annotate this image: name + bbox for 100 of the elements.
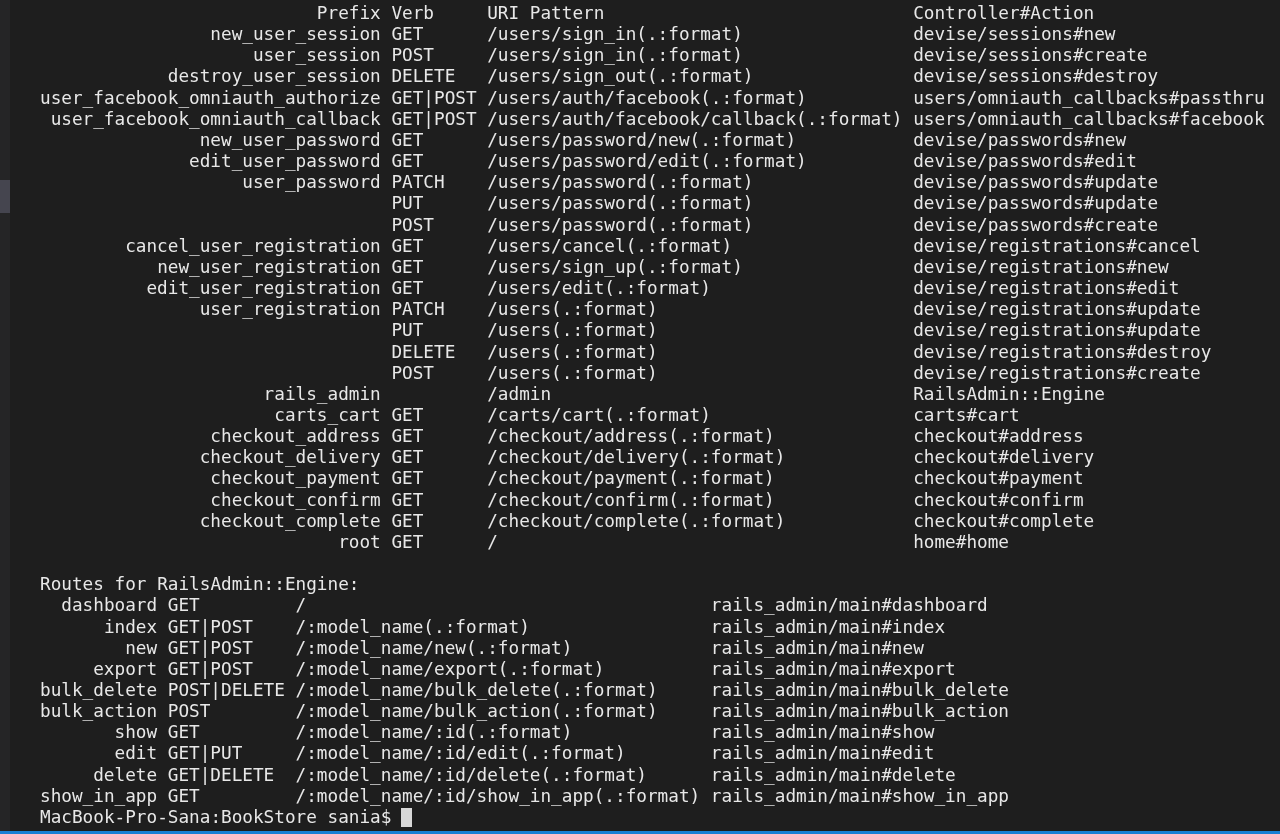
- controller-action: devise/registrations#edit: [913, 278, 1180, 300]
- controller-action: rails_admin/main#show_in_app: [710, 785, 1009, 807]
- http-verb: GET: [391, 256, 424, 279]
- route-name: user_session: [252, 45, 381, 67]
- http-verb: GET: [167, 785, 200, 807]
- controller-action: rails_admin/main#new: [710, 637, 924, 659]
- http-verb: GET: [391, 235, 424, 257]
- uri-pattern: /checkout/confirm(.:format): [487, 489, 775, 511]
- controller-action: devise/passwords#create: [913, 214, 1159, 236]
- route-name: checkout_complete: [199, 510, 381, 532]
- uri-pattern: /checkout/address(.:format): [487, 426, 775, 448]
- uri-pattern: /users/sign_out(.:format): [487, 66, 754, 88]
- uri-pattern: /users(.:format): [487, 299, 658, 321]
- uri-pattern: /:model_name/:id/show_in_app(.:format): [295, 785, 701, 807]
- route-name: checkout_payment: [210, 468, 381, 490]
- route-name: dashboard: [61, 595, 158, 617]
- text-cursor: [401, 808, 413, 827]
- route-name: user_facebook_omniauth_callback: [50, 108, 381, 130]
- route-name: checkout_confirm: [210, 489, 381, 511]
- controller-action: devise/passwords#update: [913, 172, 1159, 194]
- uri-pattern: /users/cancel(.:format): [487, 235, 733, 257]
- controller-action: checkout#delivery: [913, 447, 1095, 469]
- route-name: user_registration: [199, 299, 381, 321]
- http-verb: GET|POST: [167, 637, 253, 659]
- uri-pattern: /users/password(.:format): [487, 214, 754, 236]
- uri-pattern: /checkout/complete(.:format): [487, 510, 786, 532]
- uri-pattern: /:model_name/:id(.:format): [295, 722, 573, 744]
- uri-pattern: /users/password/new(.:format): [487, 129, 797, 152]
- http-verb: GET: [391, 489, 424, 511]
- controller-action: checkout#confirm: [913, 489, 1084, 511]
- route-name: edit_user_password: [189, 151, 381, 173]
- http-verb: GET: [391, 404, 424, 427]
- http-verb: GET|POST: [167, 658, 253, 680]
- route-name: user_facebook_omniauth_authorize: [40, 87, 381, 109]
- http-verb: POST: [391, 214, 434, 236]
- http-verb: PUT: [391, 193, 424, 215]
- uri-pattern: /:model_name(.:format): [295, 616, 530, 638]
- route-name: show: [114, 722, 158, 744]
- uri-pattern: /:model_name/:id/edit(.:format): [295, 743, 626, 765]
- controller-action: checkout#address: [913, 426, 1084, 448]
- controller-action: devise/registrations#create: [913, 362, 1201, 384]
- http-verb: GET|POST: [167, 616, 253, 638]
- controller-action: rails_admin/main#bulk_delete: [710, 680, 1009, 702]
- http-verb: GET: [167, 722, 200, 744]
- controller-action: devise/registrations#cancel: [913, 235, 1201, 257]
- controller-action: rails_admin/main#show: [710, 722, 935, 744]
- route-name: root: [338, 531, 381, 554]
- http-verb: GET: [391, 531, 424, 554]
- controller-action: devise/registrations#update: [913, 299, 1201, 321]
- uri-pattern: /users/password/edit(.:format): [487, 151, 807, 173]
- http-verb: GET|PUT: [167, 743, 243, 765]
- http-verb: GET: [391, 278, 424, 300]
- http-verb: GET: [391, 468, 424, 490]
- route-name: delete: [93, 764, 158, 786]
- uri-pattern: /users(.:format): [487, 362, 658, 384]
- scroll-marker: [0, 180, 10, 213]
- route-name: cancel_user_registration: [125, 235, 381, 257]
- uri-pattern: /: [487, 531, 498, 554]
- uri-pattern: /users/sign_in(.:format): [487, 24, 743, 46]
- controller-action: rails_admin/main#dashboard: [710, 595, 988, 617]
- controller-action: devise/passwords#edit: [913, 151, 1137, 173]
- route-name: destroy_user_session: [167, 66, 381, 88]
- uri-pattern: /users/password(.:format): [487, 193, 754, 215]
- uri-pattern: /users(.:format): [487, 341, 658, 363]
- uri-pattern: /users/edit(.:format): [487, 278, 711, 300]
- uri-pattern: /users/auth/facebook(.:format): [487, 87, 807, 109]
- uri-pattern: /users/password(.:format): [487, 172, 754, 194]
- route-name: new: [125, 637, 158, 659]
- route-name: new_user_registration: [157, 256, 381, 279]
- route-name: user_password: [242, 172, 381, 194]
- http-verb: GET: [391, 129, 424, 152]
- column-header: Prefix: [316, 3, 381, 25]
- controller-action: devise/sessions#destroy: [913, 66, 1159, 88]
- shell-prompt: MacBook-Pro-Sana:BookStore sania$: [40, 806, 392, 829]
- controller-action: checkout#complete: [913, 510, 1095, 532]
- controller-action: rails_admin/main#delete: [710, 764, 956, 786]
- controller-action: checkout#payment: [913, 468, 1084, 490]
- controller-action: devise/registrations#new: [913, 256, 1169, 279]
- controller-action: devise/passwords#update: [913, 193, 1159, 215]
- route-name: edit: [114, 743, 158, 765]
- http-verb: POST|DELETE: [167, 680, 285, 702]
- uri-pattern: /:model_name/export(.:format): [295, 658, 605, 680]
- http-verb: GET|POST: [391, 108, 477, 130]
- http-verb: DELETE: [391, 66, 456, 88]
- section-title: Routes for RailsAdmin::Engine:: [40, 574, 360, 596]
- http-verb: GET: [391, 151, 424, 173]
- column-header: URI Pattern: [487, 3, 605, 25]
- route-name: bulk_action: [40, 701, 158, 723]
- controller-action: devise/sessions#new: [913, 24, 1116, 46]
- controller-action: rails_admin/main#edit: [710, 743, 935, 765]
- uri-pattern: /users(.:format): [487, 320, 658, 342]
- http-verb: PATCH: [391, 172, 445, 194]
- uri-pattern: /users/sign_in(.:format): [487, 45, 743, 67]
- route-name: show_in_app: [40, 785, 158, 807]
- uri-pattern: /:model_name/new(.:format): [295, 637, 573, 659]
- uri-pattern: /users/sign_up(.:format): [487, 256, 743, 279]
- uri-pattern: /users/auth/facebook/callback(.:format): [487, 108, 903, 130]
- http-verb: POST: [167, 701, 211, 723]
- http-verb: GET: [391, 447, 424, 469]
- http-verb: GET|DELETE: [167, 764, 275, 786]
